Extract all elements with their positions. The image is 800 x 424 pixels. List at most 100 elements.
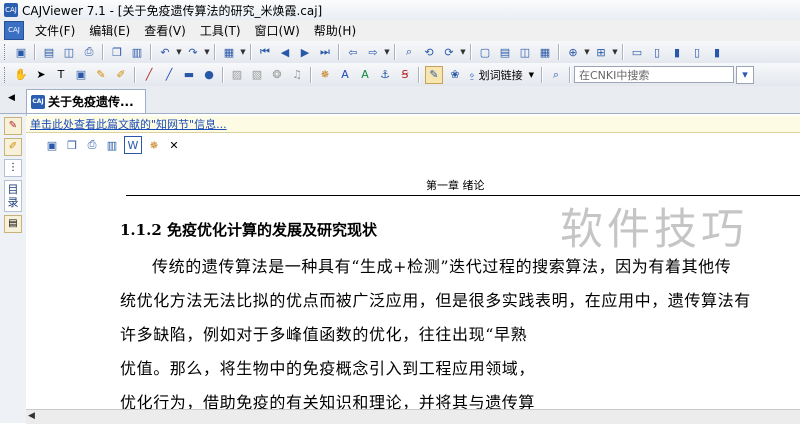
next-page-icon[interactable]: ▶ <box>297 44 313 60</box>
separator <box>470 44 472 60</box>
note-icon[interactable]: ✐ <box>113 67 129 83</box>
chevron-down-icon[interactable]: ▼ <box>175 48 183 56</box>
copy-icon[interactable]: ❐ <box>64 137 80 153</box>
undo-icon[interactable]: ↶ <box>157 44 173 60</box>
properties-panel-icon[interactable]: ▤ <box>4 215 22 233</box>
scroll-left-icon[interactable]: ◀ <box>28 411 35 421</box>
close-icon[interactable]: ✕ <box>166 137 182 153</box>
annotation-panel-icon[interactable]: ✎ <box>4 117 22 135</box>
text-select-icon[interactable]: T <box>53 67 69 83</box>
menu-file[interactable]: 文件(F) <box>28 22 82 39</box>
back-icon[interactable]: ⇦ <box>345 44 361 60</box>
knowledge-node-link[interactable]: 单击此处查看此篇文献的"知网节"信息... <box>26 116 800 133</box>
document-menu-icon[interactable]: CAJ <box>4 21 24 40</box>
save-icon[interactable]: ▣ <box>13 44 29 60</box>
separator <box>34 44 36 60</box>
print-icon[interactable]: ⎙ <box>81 44 97 60</box>
watermark-text: 软件技巧 <box>560 205 748 255</box>
paragraph-line: 统优化方法无法比拟的优点而被广泛应用，但是很多实践表明，在应用中，遗传算法有 <box>120 291 751 310</box>
open-icon[interactable]: ▤ <box>41 44 57 60</box>
menu-help[interactable]: 帮助(H) <box>307 22 363 39</box>
tab-scroll-left-icon[interactable]: ◀ <box>8 93 15 103</box>
save-icon[interactable]: ▣ <box>44 137 60 153</box>
rotate-right-icon[interactable]: ⟳ <box>441 44 457 60</box>
menu-tools[interactable]: 工具(T) <box>193 22 248 39</box>
zoom-icon[interactable]: ⊕ <box>565 44 581 60</box>
fit-page-icon[interactable]: ▮ <box>669 44 685 60</box>
knowledge-network-icon[interactable]: ❀ <box>447 67 463 83</box>
menu-view[interactable]: 查看(V) <box>137 22 193 39</box>
send-icon[interactable]: ▥ <box>104 137 120 153</box>
paste-icon[interactable]: ▥ <box>129 44 145 60</box>
ocr-icon[interactable]: ✵ <box>146 137 162 153</box>
stamp-icon[interactable]: ❂ <box>269 67 285 83</box>
fit-width-icon[interactable]: ▯ <box>689 44 705 60</box>
pen-panel-icon[interactable]: ✐ <box>4 138 22 156</box>
fit-height-icon[interactable]: ▮ <box>709 44 725 60</box>
image-icon[interactable]: ▨ <box>229 67 245 83</box>
line-icon[interactable]: ╱ <box>161 67 177 83</box>
horizontal-scrollbar[interactable]: ◀ <box>26 409 800 424</box>
tools-toolbar: ✋ ➤ T ▣ ✎ ✐ ╱ ╱ ▬ ● ▨ ▧ ❂ ♫ ✵ A A ⚓ Ꞩ ✎ … <box>0 63 800 87</box>
single-page-icon[interactable]: ▢ <box>477 44 493 60</box>
toolbar-grip[interactable] <box>4 66 8 83</box>
ellipse-icon[interactable]: ● <box>201 67 217 83</box>
copy-icon[interactable]: ❐ <box>109 44 125 60</box>
last-page-icon[interactable]: ⏭ <box>317 44 333 60</box>
facing-page-icon[interactable]: ◫ <box>517 44 533 60</box>
menu-window[interactable]: 窗口(W) <box>248 22 307 39</box>
annotate-icon[interactable]: ✎ <box>425 65 443 84</box>
document-view[interactable]: ▣ ❐ ⎙ ▥ W ✵ ✕ 第一章 绪论 1.1.2 免疫优化计算的发展及研究现… <box>26 133 800 409</box>
previous-page-icon[interactable]: ◀ <box>277 44 293 60</box>
print-icon[interactable]: ⎙ <box>84 137 100 153</box>
properties-icon[interactable]: ▦ <box>221 44 237 60</box>
toc-tab[interactable]: 目录 <box>4 180 22 212</box>
first-page-icon[interactable]: ⏮ <box>257 44 273 60</box>
redo-icon[interactable]: ↷ <box>185 44 201 60</box>
search-go-icon[interactable]: ▾ <box>736 65 754 84</box>
continuous-page-icon[interactable]: ▤ <box>497 44 513 60</box>
separator <box>134 66 136 83</box>
caj-file-icon: CAJ <box>31 94 45 109</box>
print-preview-icon[interactable]: ◫ <box>61 44 77 60</box>
separator <box>622 44 624 60</box>
highlight-icon[interactable]: ✎ <box>93 67 109 83</box>
actual-size-icon[interactable]: ▯ <box>649 44 665 60</box>
forward-icon[interactable]: ⇨ <box>365 44 381 60</box>
chevron-down-icon: ▼ <box>528 70 534 79</box>
text-highlight-icon[interactable]: A <box>357 67 373 83</box>
toolbar-grip[interactable] <box>4 44 8 60</box>
paragraph-line: 许多缺陷，例如对于多峰值函数的优化，往往出现“早熟 <box>120 325 528 344</box>
rectangle-icon[interactable]: ▬ <box>181 67 197 83</box>
full-screen-icon[interactable]: ▭ <box>629 44 645 60</box>
rotate-left-icon[interactable]: ⟲ <box>421 44 437 60</box>
layout-icon[interactable]: ⊞ <box>593 44 609 60</box>
document-tab[interactable]: CAJ 关于免疫遗传... <box>26 89 146 113</box>
select-arrow-icon[interactable]: ➤ <box>33 67 49 83</box>
chevron-down-icon[interactable]: ▼ <box>611 48 619 56</box>
chevron-down-icon[interactable]: ▼ <box>203 48 211 56</box>
cnki-search-input[interactable]: 在CNKI中搜索 <box>574 66 734 83</box>
text-color-icon[interactable]: A <box>337 67 353 83</box>
word-link-dropdown[interactable]: ⍚ 划词链接 ▼ <box>465 66 538 84</box>
strikethrough-icon[interactable]: Ꞩ <box>397 67 413 83</box>
multi-page-icon[interactable]: ▦ <box>537 44 553 60</box>
hand-icon[interactable]: ✋ <box>13 67 29 83</box>
menu-edit[interactable]: 编辑(E) <box>82 22 137 39</box>
search-icon[interactable]: ⌕ <box>548 67 564 83</box>
chevron-down-icon[interactable]: ▼ <box>583 48 591 56</box>
ocr-icon[interactable]: ✵ <box>317 67 333 83</box>
image-select-icon[interactable]: ▣ <box>73 67 89 83</box>
chevron-down-icon[interactable]: ▼ <box>239 48 247 56</box>
chevron-down-icon[interactable]: ▼ <box>383 48 391 56</box>
title-bar: CAJ CAJViewer 7.1 - [关于免疫遗传算法的研究_米焕霞.caj… <box>0 0 800 21</box>
toc-panel-icon[interactable]: ⋮ <box>4 159 22 177</box>
anchor-icon[interactable]: ⚓ <box>377 67 393 83</box>
separator <box>102 44 104 60</box>
audio-icon[interactable]: ♫ <box>289 67 305 83</box>
find-icon[interactable]: ⌕ <box>401 44 417 60</box>
attachment-icon[interactable]: ▧ <box>249 67 265 83</box>
word-export-icon[interactable]: W <box>124 136 142 154</box>
chevron-down-icon[interactable]: ▼ <box>459 48 467 56</box>
pencil-icon[interactable]: ╱ <box>141 67 157 83</box>
